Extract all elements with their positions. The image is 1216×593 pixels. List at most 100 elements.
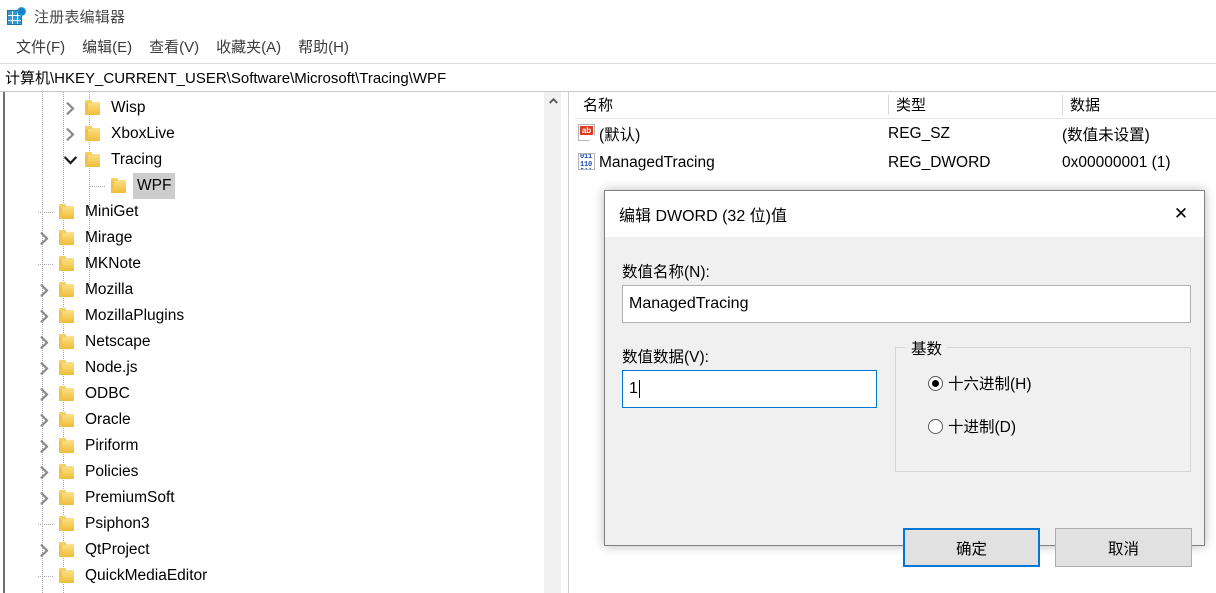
chevron-down-icon[interactable] (61, 147, 79, 173)
folder-icon (59, 256, 75, 271)
value-name-label: 数值名称(N): (622, 264, 710, 281)
folder-icon (59, 360, 75, 375)
chevron-right-icon[interactable] (35, 485, 53, 511)
radio-hexadecimal-label: 十六进制(H) (948, 376, 1032, 393)
dialog-body: 数值名称(N): ManagedTracing 数值数据(V): 1 基数 十六… (605, 237, 1204, 567)
folder-icon (59, 516, 75, 531)
folder-icon (59, 308, 75, 323)
edit-dword-dialog: 编辑 DWORD (32 位)值 ✕ 数值名称(N): ManagedTraci… (604, 190, 1205, 567)
folder-icon (85, 152, 101, 167)
menu-item-help[interactable]: 帮助(H) (290, 34, 358, 59)
chevron-right-icon[interactable] (61, 95, 79, 121)
address-path[interactable]: 计算机\HKEY_CURRENT_USER\Software\Microsoft… (5, 67, 446, 88)
folder-icon (85, 100, 101, 115)
chevron-right-icon[interactable] (61, 121, 79, 147)
tree-item-quickmediaeditor[interactable]: QuickMediaEditor (5, 563, 544, 589)
tree-elbow-line (38, 212, 54, 213)
radio-hexadecimal[interactable]: 十六进制(H) (928, 372, 1032, 394)
chevron-right-icon[interactable] (35, 407, 53, 433)
tree-item-label: Node.js (85, 359, 138, 376)
registry-key-tree[interactable]: Wisp XboxLive Tracing WPF MiniGet Mirage MKNot… (5, 92, 544, 593)
tree-item-node-js[interactable]: Node.js (5, 355, 544, 381)
value-data-cell: (数值未设置) (1062, 126, 1150, 144)
base-group-label: 基数 (906, 337, 948, 359)
tree-item-qtproject[interactable]: QtProject (5, 537, 544, 563)
folder-icon (59, 334, 75, 349)
folder-icon (59, 204, 75, 219)
radio-decimal[interactable]: 十进制(D) (928, 415, 1016, 437)
tree-item-policies[interactable]: Policies (5, 459, 544, 485)
chevron-up-icon (549, 97, 558, 104)
tree-item-netscape[interactable]: Netscape (5, 329, 544, 355)
folder-icon (59, 386, 75, 401)
value-data-text: 1 (629, 380, 638, 397)
tree-elbow-line (38, 264, 54, 265)
tree-item-label: Wisp (111, 99, 146, 116)
menu-item-edit[interactable]: 编辑(E) (74, 34, 141, 59)
tree-elbow-line (90, 186, 106, 187)
chevron-right-icon[interactable] (35, 381, 53, 407)
chevron-right-icon[interactable] (35, 329, 53, 355)
close-icon[interactable]: ✕ (1158, 191, 1204, 237)
tree-item-mirage[interactable]: Mirage (5, 225, 544, 251)
chevron-right-icon[interactable] (35, 277, 53, 303)
value-name-cell: ManagedTracing (599, 153, 715, 171)
table-row[interactable]: 011110011 ManagedTracing REG_DWORD 0x000… (575, 148, 1216, 177)
tree-item-label: PremiumSoft (85, 489, 175, 506)
tree-item-wpf[interactable]: WPF (5, 173, 544, 199)
chevron-right-icon[interactable] (35, 459, 53, 485)
tree-item-label: MozillaPlugins (85, 307, 185, 324)
tree-item-premiumsoft[interactable]: PremiumSoft (5, 485, 544, 511)
tree-item-mozilla[interactable]: Mozilla (5, 277, 544, 303)
text-caret (638, 380, 640, 398)
folder-icon (59, 464, 75, 479)
column-header-data[interactable]: 数据 (1062, 94, 1100, 118)
tree-item-label: WPF (133, 173, 176, 199)
chevron-right-icon[interactable] (35, 355, 53, 381)
menu-item-favorites[interactable]: 收藏夹(A) (208, 34, 290, 59)
tree-item-label: XboxLive (111, 125, 175, 142)
tree-vertical-scrollbar[interactable] (544, 92, 561, 593)
tree-item-tracing[interactable]: Tracing (5, 147, 544, 173)
column-header-type[interactable]: 类型 (888, 94, 926, 118)
base-group: 基数 十六进制(H) 十进制(D) (895, 337, 1191, 472)
title-bar: 注册表编辑器 (0, 0, 1216, 32)
tree-item-wisp[interactable]: Wisp (5, 95, 544, 121)
tree-item-label: Policies (85, 463, 139, 480)
folder-icon (59, 490, 75, 505)
tree-item-mknote[interactable]: MKNote (5, 251, 544, 277)
menu-item-file[interactable]: 文件(F) (8, 34, 74, 59)
table-row[interactable]: ab (默认) REG_SZ (数值未设置) (575, 119, 1216, 148)
chevron-right-icon[interactable] (35, 433, 53, 459)
chevron-right-icon[interactable] (35, 225, 53, 251)
tree-item-xboxlive[interactable]: XboxLive (5, 121, 544, 147)
scroll-up-icon[interactable] (545, 92, 562, 109)
value-data-input[interactable]: 1 (622, 370, 877, 408)
tree-elbow-line (38, 576, 54, 577)
tree-item-label: Psiphon3 (85, 515, 150, 532)
tree-item-psiphon3[interactable]: Psiphon3 (5, 511, 544, 537)
tree-item-label: QtProject (85, 541, 150, 558)
menu-item-view[interactable]: 查看(V) (141, 34, 208, 59)
chevron-right-icon[interactable] (35, 303, 53, 329)
folder-icon (111, 178, 127, 193)
folder-icon (59, 412, 75, 427)
tree-item-piriform[interactable]: Piriform (5, 433, 544, 459)
tree-item-miniget[interactable]: MiniGet (5, 199, 544, 225)
tree-row-list: Wisp XboxLive Tracing WPF MiniGet Mirage MKNot… (5, 92, 544, 589)
ok-button[interactable]: 确定 (903, 528, 1040, 567)
tree-item-oracle[interactable]: Oracle (5, 407, 544, 433)
value-name-input[interactable]: ManagedTracing (622, 285, 1191, 323)
tree-item-mozillaplugins[interactable]: MozillaPlugins (5, 303, 544, 329)
address-bar[interactable]: 计算机\HKEY_CURRENT_USER\Software\Microsoft… (0, 63, 1216, 92)
chevron-right-icon[interactable] (35, 537, 53, 563)
value-data-cell: 0x00000001 (1) (1062, 153, 1171, 171)
tree-item-label: QuickMediaEditor (85, 567, 208, 584)
column-header-name[interactable]: 名称 (575, 94, 613, 118)
tree-item-odbc[interactable]: ODBC (5, 381, 544, 407)
folder-icon (59, 438, 75, 453)
cancel-button[interactable]: 取消 (1055, 528, 1192, 567)
radio-indicator-icon (928, 375, 943, 391)
radio-indicator-icon (928, 418, 943, 434)
panel-splitter[interactable] (561, 92, 575, 593)
